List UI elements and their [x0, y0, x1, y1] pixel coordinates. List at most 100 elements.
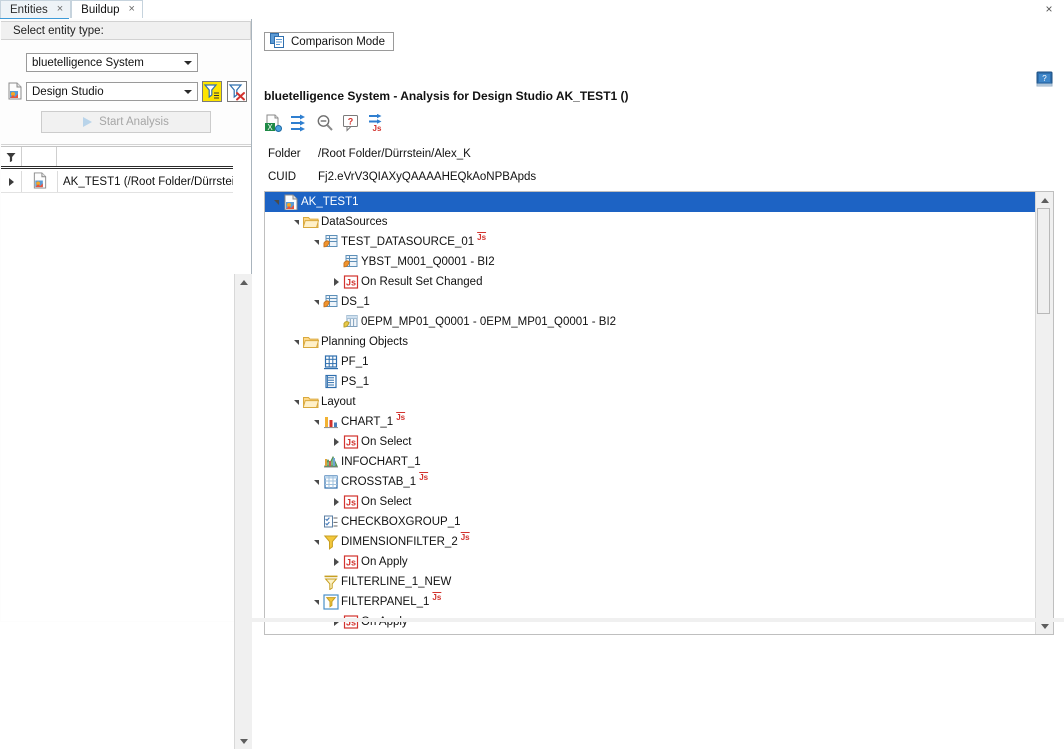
expand-triangle-icon[interactable] [331, 272, 342, 292]
collapse-triangle-icon[interactable] [311, 592, 322, 612]
expand-js-icon[interactable]: Js [368, 114, 386, 135]
tab-entities[interactable]: Entities× [0, 0, 71, 18]
arrow-down-icon [1041, 624, 1049, 629]
tree-node-label: On Result Set Changed [361, 276, 484, 288]
start-analysis-button[interactable]: Start Analysis [41, 111, 211, 133]
tree-node[interactable]: JsOn Select [265, 432, 1037, 452]
svg-text:?: ? [1042, 74, 1047, 83]
expand-triangle-icon[interactable] [331, 492, 342, 512]
filterline-icon [322, 574, 339, 590]
scrollbar-thumb[interactable] [1037, 208, 1050, 314]
tree-node-label: PS_1 [341, 376, 371, 388]
tree-node[interactable]: DataSources [265, 212, 1037, 232]
entity-type-combo[interactable]: Design Studio [26, 82, 198, 101]
tree-node[interactable]: FILTERPANEL_1Js [265, 592, 1037, 612]
tree-node-label: AK_TEST1 [301, 196, 361, 208]
tree-node[interactable]: JsOn Result Set Changed [265, 272, 1037, 292]
folder-icon [302, 334, 319, 350]
help-bubble-icon[interactable]: ? [342, 114, 360, 135]
cube-icon [342, 314, 359, 330]
zoom-out-icon[interactable] [316, 114, 334, 135]
collapse-triangle-icon[interactable] [311, 532, 322, 552]
list-item[interactable]: AK_TEST1 (/Root Folder/Dürrstein/Ale [1, 171, 233, 193]
scroll-up-button[interactable] [235, 274, 252, 290]
window-close-button[interactable]: × [1042, 3, 1056, 16]
tree-node[interactable]: JsOn Select [265, 492, 1037, 512]
checkboxgroup-icon [322, 514, 339, 530]
funnel-icon [6, 152, 16, 165]
tree-node-label: DS_1 [341, 296, 372, 308]
expand-triangle-icon[interactable] [331, 552, 342, 572]
apply-filter-button[interactable] [202, 81, 222, 102]
grid-icon-column-header [21, 147, 57, 166]
close-icon[interactable]: × [129, 4, 135, 15]
help-book-icon[interactable]: ? [1036, 71, 1053, 87]
tree-node[interactable]: DIMENSIONFILTER_2Js [265, 532, 1037, 552]
tree-node[interactable]: PF_1 [265, 352, 1037, 372]
tree-node-label: On Apply [361, 556, 410, 568]
collapse-triangle-icon[interactable] [271, 192, 282, 212]
tree-node[interactable]: FILTERLINE_1_NEW [265, 572, 1037, 592]
expand-triangle-icon[interactable] [331, 612, 342, 632]
design-studio-icon [282, 194, 299, 210]
scroll-down-button[interactable] [235, 733, 252, 749]
svg-text:X: X [267, 123, 273, 132]
tree-node[interactable]: JsOn Apply [265, 612, 1037, 632]
tree-node[interactable]: AK_TEST1 [265, 192, 1037, 212]
planning-sequence-icon [322, 374, 339, 390]
folder-label: Folder [268, 148, 312, 160]
tree-node[interactable]: DS_1 [265, 292, 1037, 312]
application-window: Entities× Buildup × × Select entity type: … [0, 0, 1064, 622]
tree-node-label: On Select [361, 496, 414, 508]
tree-node-label: DIMENSIONFILTER_2 [341, 536, 460, 548]
left-grid-scrollbar[interactable] [234, 274, 252, 749]
tree-node[interactable]: CHART_1Js [265, 412, 1037, 432]
entity-type-combo-value: Design Studio [32, 86, 104, 98]
tab-label: Buildup [81, 4, 119, 16]
collapse-triangle-icon[interactable] [311, 412, 322, 432]
tree-node[interactable]: YBST_M001_Q0001 - BI2 [265, 252, 1037, 272]
export-excel-icon[interactable]: X [264, 114, 282, 135]
scroll-up-button[interactable] [1036, 192, 1053, 208]
collapse-triangle-icon[interactable] [291, 392, 302, 412]
tab-buildup[interactable]: Buildup × [71, 0, 143, 18]
collapse-triangle-icon[interactable] [311, 232, 322, 252]
tree-node[interactable]: INFOCHART_1 [265, 452, 1037, 472]
tree-node[interactable]: TEST_DATASOURCE_01Js [265, 232, 1037, 252]
system-combo[interactable]: bluetelligence System [26, 53, 198, 72]
expand-all-icon[interactable] [290, 114, 308, 135]
grid-filter-row[interactable] [1, 147, 233, 167]
tree-node-label: FILTERLINE_1_NEW [341, 576, 453, 588]
design-studio-icon [7, 82, 23, 100]
tree-scrollbar[interactable] [1035, 192, 1053, 634]
row-expander[interactable] [1, 171, 22, 192]
cuid-value: Fj2.eVrV3QIAXyQAAAAHEQkAoNPBApds [318, 171, 536, 183]
tab-list: Entities× Buildup × [0, 0, 143, 18]
comparison-mode-button[interactable]: Comparison Mode [264, 32, 394, 51]
collapse-triangle-icon[interactable] [291, 332, 302, 352]
tree-node[interactable]: CROSSTAB_1Js [265, 472, 1037, 492]
tree-indent-spacer [311, 452, 322, 472]
tree-node[interactable]: JsOn Apply [265, 552, 1037, 572]
collapse-triangle-icon[interactable] [291, 212, 302, 232]
tree-node-label: On Select [361, 436, 414, 448]
tree-node[interactable]: Planning Objects [265, 332, 1037, 352]
tree-indent-spacer [311, 352, 322, 372]
tree-node-label: CHECKBOXGROUP_1 [341, 516, 463, 528]
comparison-mode-label: Comparison Mode [291, 36, 385, 48]
dimensionfilter-icon [322, 534, 339, 550]
tree-node[interactable]: CHECKBOXGROUP_1 [265, 512, 1037, 532]
tree-node[interactable]: Layout [265, 392, 1037, 412]
expand-triangle-icon[interactable] [331, 432, 342, 452]
tab-strip: Entities× Buildup × × [0, 0, 1064, 19]
collapse-triangle-icon[interactable] [311, 292, 322, 312]
tree-node[interactable]: 0EPM_MP01_Q0001 - 0EPM_MP01_Q0001 - BI2 [265, 312, 1037, 332]
svg-text:?: ? [348, 117, 354, 127]
grid-filter-cell[interactable] [1, 147, 22, 166]
clear-filter-button[interactable] [227, 81, 247, 102]
close-icon[interactable]: × [57, 4, 63, 15]
collapse-triangle-icon[interactable] [311, 472, 322, 492]
left-panel: Select entity type: bluetelligence Syste… [0, 19, 252, 622]
tree-indent-spacer [311, 572, 322, 592]
tree-node[interactable]: PS_1 [265, 372, 1037, 392]
